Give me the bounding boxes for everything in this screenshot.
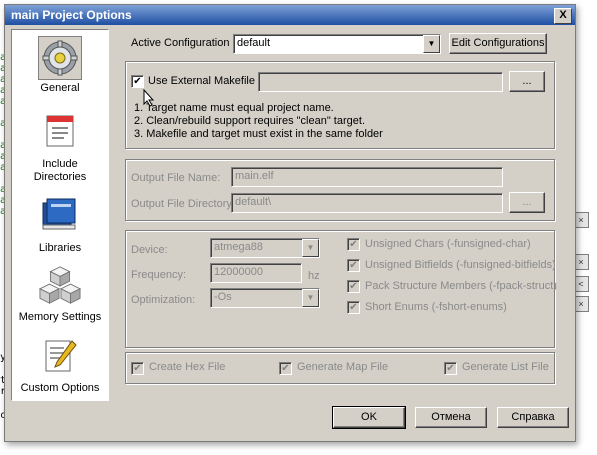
edit-configurations-button[interactable]: Edit Configurations [449, 33, 547, 54]
pack-struct-label: Pack Structure Members (-fpack-struct) [365, 280, 557, 292]
unsigned-bitfields-label: Unsigned Bitfields (-funsigned-bitfields… [365, 259, 556, 271]
generate-list-label: Generate List File [462, 361, 549, 373]
sidebar-item-label: General [40, 82, 80, 94]
pack-struct-checkbox[interactable]: ✔ [347, 280, 360, 293]
sidebar-item-include-directories[interactable]: Include Directories [12, 110, 108, 184]
optimization-value: -Os [214, 291, 232, 303]
chevron-down-icon[interactable]: ▼ [423, 35, 440, 53]
cancel-button[interactable]: Отмена [415, 407, 487, 428]
device-label: Device: [131, 244, 168, 256]
output-file-name-label: Output File Name: [131, 172, 221, 184]
short-enums-checkbox[interactable]: ✔ [347, 301, 360, 314]
notepad-pencil-icon [45, 340, 77, 372]
help-button[interactable]: Справка [497, 407, 569, 428]
generate-map-label: Generate Map File [297, 361, 389, 373]
optimization-select[interactable]: -Os ▼ [210, 288, 320, 308]
active-configuration-value: default [237, 37, 271, 49]
memory-cubes-icon [39, 266, 81, 304]
sidebar-item-label: Custom Options [20, 382, 100, 394]
device-select[interactable]: atmega88 ▼ [210, 238, 320, 258]
background-window-right: × × < × [573, 0, 597, 455]
output-file-name-field[interactable]: main.elf [231, 167, 503, 187]
use-external-makefile-label: Use External Makefile [148, 75, 255, 87]
options-sidebar: General Include Directories Libraries Me… [11, 29, 109, 401]
sidebar-item-general[interactable]: General [12, 36, 108, 94]
makefile-note-2: 2. Clean/rebuild support requires "clean… [134, 115, 365, 127]
makefile-note-1: 1. Target name must equal project name. [134, 102, 334, 114]
project-options-dialog: main Project Options X General Include D… [4, 4, 576, 442]
use-external-makefile-checkbox[interactable]: ✔ [131, 75, 144, 88]
sidebar-item-memory-settings[interactable]: Memory Settings [12, 264, 108, 323]
short-enums-label: Short Enums (-fshort-enums) [365, 301, 507, 313]
folder-include-icon [46, 115, 74, 147]
ok-button[interactable]: OK [332, 406, 406, 429]
output-directory-browse-button[interactable]: ... [509, 192, 545, 213]
create-hex-checkbox[interactable]: ✔ [131, 362, 144, 375]
output-directory-label: Output File Directory: [131, 198, 235, 210]
frequency-value: 12000000 [214, 266, 263, 278]
title-bar[interactable]: main Project Options X [5, 5, 575, 25]
makefile-browse-button[interactable]: ... [509, 71, 545, 92]
frequency-unit: hz [308, 270, 320, 282]
create-hex-label: Create Hex File [149, 361, 226, 373]
sidebar-item-label: Memory Settings [18, 311, 102, 323]
makefile-note-3: 3. Makefile and target must exist in the… [134, 128, 383, 140]
active-configuration-select[interactable]: default ▼ [233, 34, 441, 54]
dialog-title: main Project Options [11, 8, 132, 22]
frequency-field[interactable]: 12000000 [210, 263, 302, 283]
unsigned-bitfields-checkbox[interactable]: ✔ [347, 259, 360, 272]
include-label-line2: Directories [33, 171, 87, 183]
chevron-down-icon[interactable]: ▼ [302, 239, 319, 257]
generate-map-checkbox[interactable]: ✔ [279, 362, 292, 375]
output-directory-field[interactable]: default\ [231, 193, 503, 213]
device-value: atmega88 [214, 241, 263, 253]
sidebar-item-label: Include Directories [12, 158, 108, 184]
generate-list-checkbox[interactable]: ✔ [444, 362, 457, 375]
mouse-cursor-icon [143, 89, 155, 107]
sidebar-item-libraries[interactable]: Libraries [12, 193, 108, 254]
optimization-label: Optimization: [131, 294, 196, 306]
unsigned-chars-label: Unsigned Chars (-funsigned-char) [365, 238, 531, 250]
makefile-path-field[interactable] [258, 72, 503, 92]
close-button[interactable]: X [554, 8, 572, 24]
output-file-name-value: main.elf [235, 170, 274, 182]
sidebar-item-custom-options[interactable]: Custom Options [12, 335, 108, 394]
frequency-label: Frequency: [131, 269, 187, 281]
unsigned-chars-checkbox[interactable]: ✔ [347, 238, 360, 251]
sidebar-item-label: Libraries [38, 242, 82, 254]
output-directory-value: default\ [235, 196, 272, 208]
gear-icon [42, 40, 78, 76]
include-label-line1: Include [42, 158, 78, 170]
books-icon [42, 198, 76, 230]
active-configuration-label: Active Configuration [131, 37, 230, 49]
chevron-down-icon[interactable]: ▼ [302, 289, 319, 307]
